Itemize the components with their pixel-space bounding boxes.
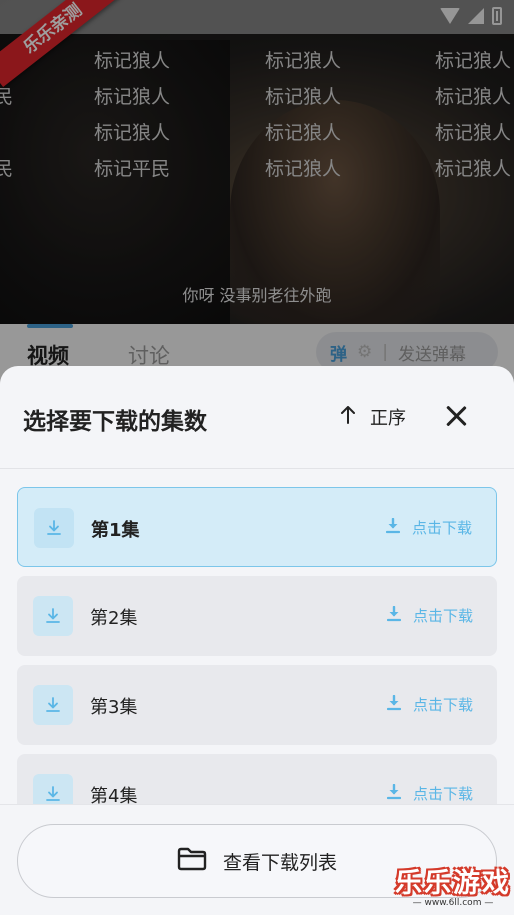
- episode-item[interactable]: 第3集 点击下载: [17, 665, 497, 745]
- download-icon: [33, 596, 73, 636]
- download-arrow-icon: [386, 694, 402, 715]
- episode-download-button[interactable]: 点击下载: [386, 694, 473, 715]
- download-icon: [33, 685, 73, 725]
- episode-download-label: 点击下载: [412, 696, 473, 714]
- episode-download-label: 点击下载: [411, 519, 472, 537]
- download-episodes-sheet: 选择要下载的集数 正序 第1集 点击下载 第2集 点击下载 第3集 点击下载 第4集 点击下载…: [0, 366, 514, 915]
- download-arrow-icon: [385, 517, 401, 538]
- episode-download-label: 点击下载: [412, 785, 473, 803]
- episode-list: 第1集 点击下载 第2集 点击下载 第3集 点击下载 第4集 点击下载: [17, 487, 497, 843]
- download-icon: [34, 508, 74, 548]
- episode-name: 第2集: [90, 608, 138, 629]
- episode-name: 第3集: [90, 697, 138, 718]
- episode-download-label: 点击下载: [412, 607, 473, 625]
- episode-item[interactable]: 第1集 点击下载: [17, 487, 497, 567]
- close-icon[interactable]: [442, 402, 470, 430]
- arrow-up-icon: [340, 405, 356, 429]
- watermark-title: 乐乐游戏: [395, 868, 511, 899]
- episode-download-button[interactable]: 点击下载: [386, 605, 473, 626]
- folder-icon: [177, 847, 207, 875]
- episode-item[interactable]: 第2集 点击下载: [17, 576, 497, 656]
- view-download-list-label: 查看下载列表: [222, 851, 337, 874]
- episode-name: 第1集: [91, 520, 140, 541]
- download-arrow-icon: [386, 783, 402, 804]
- sheet-title: 选择要下载的集数: [23, 409, 207, 435]
- episode-download-button[interactable]: 点击下载: [386, 783, 473, 804]
- watermark-logo: 乐乐游戏 — www.6ll.com —: [394, 861, 512, 911]
- episode-download-button[interactable]: 点击下载: [385, 517, 472, 538]
- sort-order-button[interactable]: 正序: [340, 404, 406, 430]
- sheet-divider: [0, 468, 514, 469]
- download-arrow-icon: [386, 605, 402, 626]
- sort-order-label: 正序: [370, 408, 406, 429]
